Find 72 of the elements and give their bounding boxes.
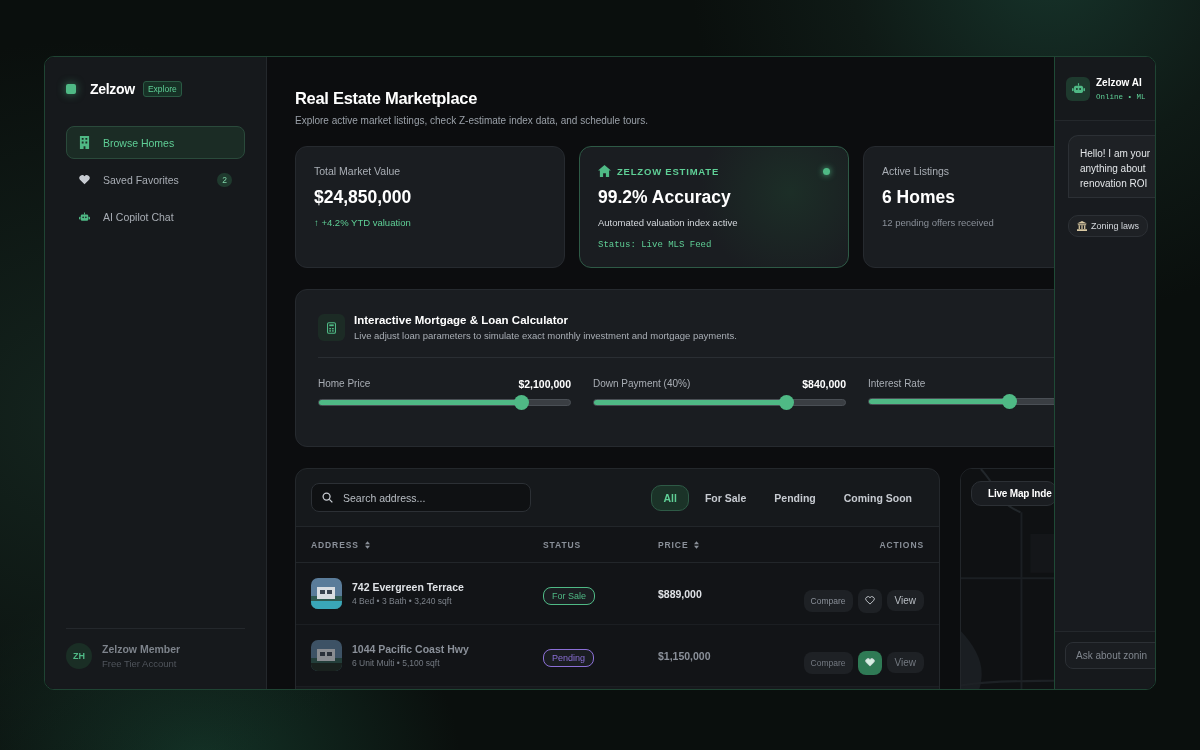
calculator-title: Interactive Mortgage & Loan Calculator: [354, 314, 570, 326]
column-header[interactable]: ACTIONS: [879, 539, 924, 550]
address-text: 1044 Pacific Coast Hwy: [352, 643, 469, 655]
stat-status: Status: Live MLS Feed: [598, 240, 712, 250]
heart-icon: [864, 596, 875, 605]
filter-tab[interactable]: For Sale: [692, 484, 759, 511]
nav-item[interactable]: AI Copilot Chat: [66, 200, 245, 233]
status-tag: For Sale: [543, 586, 595, 605]
stat-label: Active Listings: [882, 165, 950, 177]
count-badge: 2: [217, 172, 232, 187]
property-details: 6 Unit Multi • 5,100 sqft: [352, 658, 441, 668]
view-button[interactable]: View: [886, 652, 924, 673]
slider-thumb[interactable]: [779, 395, 795, 410]
stat-note: ↑ +4.2% YTD valuation: [314, 217, 411, 228]
favorite-button[interactable]: [857, 650, 882, 675]
heart-icon: [79, 174, 90, 185]
stat-label: Total Market Value: [314, 165, 401, 177]
live-dot: [823, 167, 830, 175]
stat-value: $24,850,000: [314, 187, 412, 208]
brand-name: Zelzow: [90, 81, 135, 97]
address-text: 742 Evergreen Terrace: [352, 581, 464, 593]
chat-input[interactable]: Ask about zonin: [1065, 642, 1155, 669]
view-button[interactable]: View: [886, 590, 924, 611]
map-label[interactable]: Live Map Inde: [971, 481, 1054, 506]
user-name: Zelzow Member: [102, 643, 181, 655]
calculator-subtitle: Live adjust loan parameters to simulate exact monthly investment and mortgage payments.: [354, 330, 737, 341]
filter-tab[interactable]: All: [651, 484, 689, 511]
heart-icon: [864, 658, 875, 667]
price-cell-text: $889,000: [658, 587, 703, 600]
stat-note: Automated valuation index active: [598, 217, 738, 228]
stat-value: 6 Homes: [882, 187, 955, 208]
slider-thumb[interactable]: [1001, 394, 1017, 409]
sort-icon[interactable]: [694, 540, 700, 549]
compare-button[interactable]: Compare: [803, 589, 853, 612]
sort-icon[interactable]: [364, 540, 370, 549]
calculator-icon: [318, 314, 345, 341]
brand-badge: Explore: [142, 81, 182, 97]
suggestion-chip[interactable]: Zoning laws: [1068, 215, 1149, 237]
house-icon: [598, 165, 611, 177]
slider-label: Interest Rate: [868, 378, 926, 389]
property-details: 4 Bed • 3 Bath • 3,240 sqft: [352, 596, 453, 606]
slider-reading: $2,100,000: [518, 378, 571, 390]
slider-label: Home Price: [318, 378, 371, 390]
search-icon: [322, 492, 333, 503]
column-header[interactable]: STATUS: [543, 539, 582, 550]
column-header[interactable]: ADDRESS: [311, 539, 359, 550]
filter-tab[interactable]: Coming Soon: [831, 484, 924, 511]
favorite-button[interactable]: [857, 588, 882, 613]
chat-title: Zelzow AI: [1096, 76, 1143, 88]
slider-label: Down Payment (40%): [593, 378, 691, 390]
chat-message: Hello! I am your anything about renovation ROI: [1068, 135, 1155, 198]
page-subtitle: Explore active market listings, check Z-estimate index data, and schedule tours.: [295, 115, 649, 126]
robot-icon: [79, 210, 90, 223]
columns-icon: [1077, 221, 1087, 231]
column-header[interactable]: PRICE: [658, 539, 689, 550]
price-cell-text: $1,150,000: [658, 649, 712, 662]
user-avatar: ZH: [66, 643, 92, 669]
slider-reading: $840,000: [802, 378, 846, 390]
status-tag: Pending: [543, 648, 595, 667]
slider-thumb[interactable]: [514, 395, 530, 410]
nav-item[interactable]: Browse Homes: [66, 126, 245, 159]
logo-icon: [66, 84, 76, 94]
filter-tab[interactable]: Pending: [762, 484, 828, 511]
robot-icon: [1066, 76, 1090, 101]
page-title: Real Estate Marketplace: [295, 89, 479, 108]
stat-label: ZELZOW ESTIMATE: [617, 165, 721, 177]
compare-button[interactable]: Compare: [803, 651, 853, 674]
nav-item[interactable]: Saved Favorites 2: [66, 163, 245, 196]
stat-value: 99.2% Accuracy: [598, 187, 731, 208]
building-icon: [79, 136, 90, 149]
stat-note: 12 pending offers received: [882, 217, 994, 228]
search-field[interactable]: Search address...: [311, 483, 531, 512]
